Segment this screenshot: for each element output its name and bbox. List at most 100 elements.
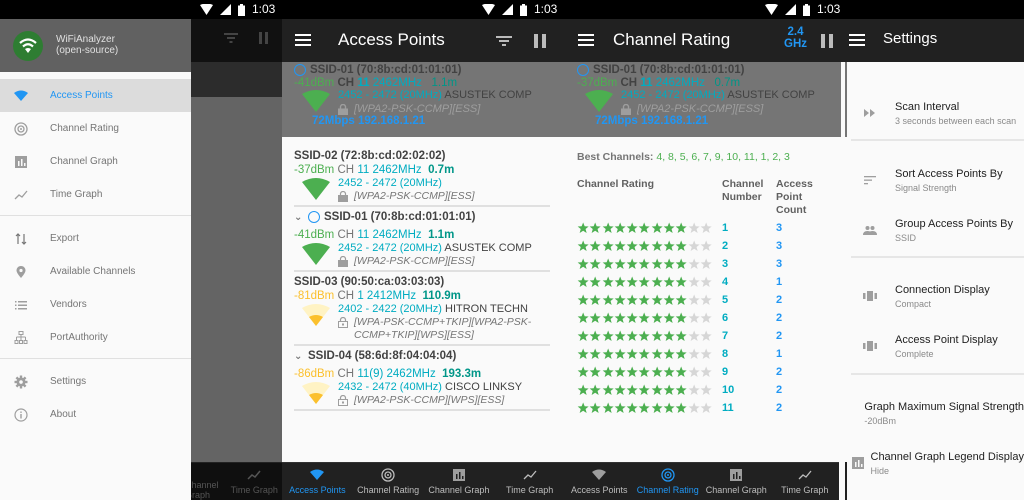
drawer-item-channel-rating[interactable]: Channel Rating [0, 112, 191, 145]
signal-strength-icon [585, 90, 613, 112]
setting-connection-display[interactable]: Connection Display Compact [845, 284, 1024, 309]
app-subtitle: (open-source) [56, 45, 119, 56]
access-point-item[interactable]: ⌄ SSID-01 (70:8b:cd:01:01:01) -41dBm CH 11… [294, 211, 550, 272]
drawer-item-settings[interactable]: Settings [0, 365, 191, 398]
setting-scan-interval[interactable]: Scan Interval 3 seconds between each scan [845, 101, 1024, 126]
star-filled-icon [577, 276, 589, 287]
star-filled-icon [577, 348, 589, 359]
drawer-item-portauthority[interactable]: PortAuthority [0, 321, 191, 354]
lock-icon [338, 395, 348, 406]
drawer-item-available-channels[interactable]: Available Channels [0, 255, 191, 288]
star-filled-icon [639, 312, 651, 323]
star-filled-icon [577, 312, 589, 323]
star-filled-icon [577, 294, 589, 305]
channel-number: 10 [722, 384, 735, 396]
star-filled-icon [651, 384, 663, 395]
radar-icon [14, 121, 28, 136]
signal-strength-icon [302, 90, 330, 112]
pause-icon[interactable] [817, 31, 837, 51]
star-filled-icon [676, 294, 688, 305]
drawer-item-time-graph[interactable]: Time Graph [0, 178, 191, 211]
tab-channel-graph[interactable]: Channel Graph [424, 463, 495, 500]
tab-time-graph[interactable]: Time Graph [771, 463, 840, 500]
fast-forward-icon [864, 109, 875, 117]
wifi-icon [765, 4, 778, 15]
app-bar: Settings [845, 19, 1024, 62]
star-filled-icon [602, 312, 614, 323]
line-chart-icon [14, 190, 28, 199]
star-empty-icon [700, 348, 712, 359]
channel-number: 11 [722, 402, 734, 414]
access-points-screen: 1:03 Access Points SSID-01 (70:8b:cd:01:… [282, 0, 565, 500]
connection-header[interactable]: SSID-01 (70:8b:cd:01:01:01) -37dBm CH 11… [565, 62, 841, 137]
hamburger-menu-icon[interactable] [849, 34, 865, 46]
star-filled-icon [639, 366, 651, 377]
access-point-item[interactable]: SSID-03 (90:50:ca:03:03:03) -81dBm CH 1 2… [294, 276, 550, 346]
chevron-down-icon[interactable]: ⌄ [294, 351, 304, 362]
drawer-item-about[interactable]: About [0, 398, 191, 431]
star-filled-icon [602, 384, 614, 395]
bottom-nav: Access Points Channel Rating Channel Gra… [565, 462, 839, 500]
access-point-count: 2 [776, 366, 783, 378]
hamburger-menu-icon[interactable] [295, 34, 311, 46]
view-carousel-icon [863, 341, 877, 351]
setting-channel-graph-legend[interactable]: Channel Graph Legend Display Hide [845, 451, 1024, 476]
setting-graph-max-signal[interactable]: Graph Maximum Signal Strength -20dBm [845, 401, 1024, 426]
star-rating [577, 384, 712, 396]
star-empty-icon [688, 276, 700, 287]
bottom-nav: Access Points Channel Rating Channel Gra… [282, 462, 565, 500]
star-filled-icon [614, 294, 626, 305]
distance: 193.3m [442, 368, 482, 380]
setting-access-point-display[interactable]: Access Point Display Complete [845, 334, 1024, 359]
star-empty-icon [688, 402, 700, 413]
channel-number: 2 [722, 240, 729, 252]
star-filled-icon [639, 258, 651, 269]
tab-access-points[interactable]: Access Points [282, 463, 353, 500]
access-point-count: 2 [776, 402, 783, 414]
info-icon [14, 407, 28, 422]
header-access-point-count: Access Point Count [776, 178, 813, 216]
drawer-item-export[interactable]: Export [0, 222, 191, 255]
star-filled-icon [589, 294, 601, 305]
app-bar: Channel Rating 2.4 GHz [565, 19, 845, 62]
setting-sort-access-points[interactable]: Sort Access Points By Signal Strength [845, 168, 1024, 193]
chevron-down-icon[interactable]: ⌄ [294, 212, 304, 223]
drawer-item-vendors[interactable]: Vendors [0, 288, 191, 321]
view-carousel-icon [863, 291, 877, 301]
tab-access-points[interactable]: Access Points [565, 463, 634, 500]
channel-rating-row: 23 [577, 237, 782, 255]
star-empty-icon [700, 222, 712, 233]
hamburger-menu-icon[interactable] [578, 34, 594, 46]
access-point-count: 2 [776, 384, 783, 396]
connection-header[interactable]: SSID-01 (70:8b:cd:01:01:01) -41dBm CH 11… [282, 62, 565, 137]
status-bar [845, 0, 1024, 19]
pause-icon[interactable] [530, 31, 550, 51]
group-icon [863, 226, 877, 235]
star-filled-icon [589, 366, 601, 377]
tab-time-graph[interactable]: Time Graph [494, 463, 565, 500]
wifi-icon [592, 469, 607, 480]
star-rating [577, 330, 712, 342]
access-point-item[interactable]: SSID-02 (72:8b:cd:02:02:02) -37dBm CH 11 … [294, 150, 550, 207]
signal-level: -41dBm [294, 229, 335, 241]
connection-speed-ip: 72Mbps 192.168.1.21 [312, 115, 426, 127]
drawer-item-access-points[interactable]: Access Points [0, 79, 191, 112]
star-rating [577, 240, 712, 252]
tab-channel-rating[interactable]: Channel Rating [353, 463, 424, 500]
tab-channel-graph[interactable]: Channel Graph [702, 463, 771, 500]
star-filled-icon [663, 330, 675, 341]
wifi-icon [14, 90, 28, 101]
filter-icon[interactable] [494, 31, 514, 51]
signal-level: -86dBm [294, 368, 335, 380]
setting-group-access-points[interactable]: Group Access Points By SSID [845, 218, 1024, 243]
star-filled-icon [589, 312, 601, 323]
channel-number: 6 [722, 312, 729, 324]
star-rating [577, 366, 712, 378]
channel-rating-screen: 1:03 Channel Rating 2.4 GHz SSID-01 (70:… [565, 0, 845, 500]
tab-channel-rating[interactable]: Channel Rating [634, 463, 703, 500]
band-toggle-button[interactable]: 2.4 GHz [784, 26, 807, 50]
drawer-item-channel-graph[interactable]: Channel Graph [0, 145, 191, 178]
access-point-item[interactable]: ⌄ SSID-04 (58:6d:8f:04:04:04) -86dBm CH 11… [294, 350, 550, 411]
status-bar: 1:03 [565, 0, 845, 19]
channel-rating-row: 92 [577, 363, 782, 381]
